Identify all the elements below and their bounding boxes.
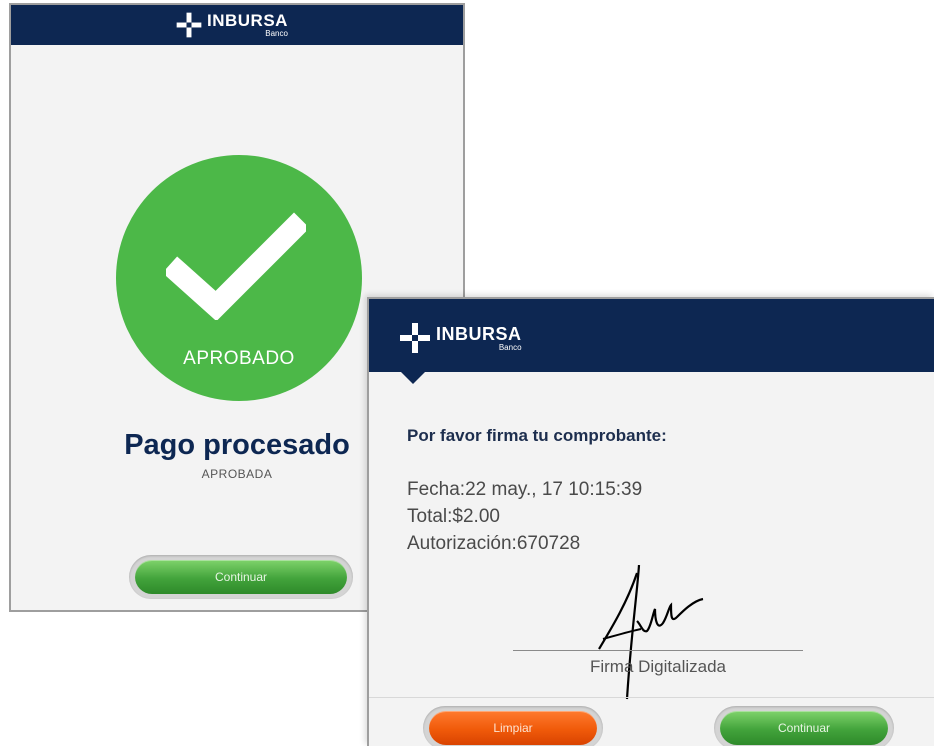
app-header: INBURSA Banco — [369, 299, 934, 384]
signature-prompt: Por favor firma tu comprobante: — [407, 426, 667, 445]
brand-logo: INBURSA Banco — [174, 11, 288, 39]
check-mark-icon — [162, 210, 310, 325]
clear-button-frame: Limpiar — [423, 706, 603, 746]
signature-screen: INBURSA Banco Por favor firma tu comprob… — [367, 297, 934, 746]
continue-button[interactable]: Continuar — [135, 560, 347, 594]
receipt-authorization: Autorización:670728 — [407, 533, 581, 554]
receipt-date: Fecha:22 may., 17 10:15:39 — [407, 479, 643, 500]
inbursa-logo-icon — [174, 11, 204, 39]
signature-pad[interactable] — [597, 564, 737, 710]
continue-button-frame: Continuar — [714, 706, 894, 746]
footer-divider — [369, 697, 934, 698]
brand-logo: INBURSA Banco — [398, 321, 522, 355]
app-header: INBURSA Banco — [11, 5, 463, 45]
handwritten-signature — [598, 564, 704, 700]
brand-sub: Banco — [498, 342, 522, 352]
approved-badge: APROBADO — [116, 155, 362, 401]
approved-label: APROBADO — [183, 348, 295, 369]
brand-sub: Banco — [265, 29, 288, 38]
receipt-total: Total:$2.00 — [407, 506, 500, 527]
signature-caption: Firma Digitalizada — [589, 657, 727, 676]
continue-button[interactable]: Continuar — [720, 711, 888, 745]
clear-button[interactable]: Limpiar — [429, 711, 597, 745]
header-pointer — [401, 372, 425, 384]
inbursa-logo-icon — [398, 321, 432, 355]
signature-baseline — [513, 650, 803, 651]
continue-button-frame: Continuar — [129, 555, 353, 599]
brand-name: INBURSA — [436, 323, 522, 344]
brand-name: INBURSA — [207, 11, 288, 30]
